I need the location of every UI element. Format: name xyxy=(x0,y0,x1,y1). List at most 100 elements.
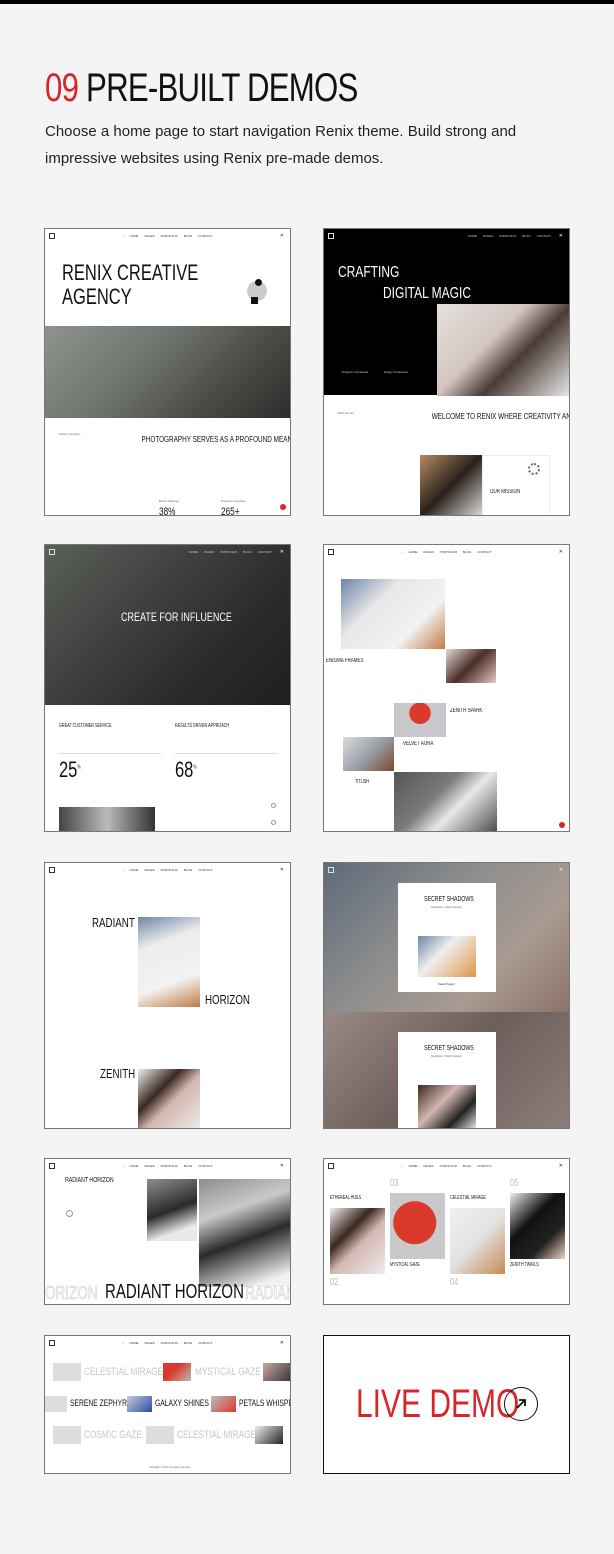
item-title: ETHEREAL HUES xyxy=(330,1195,362,1201)
logo-icon xyxy=(49,1163,55,1169)
view-project-link[interactable]: View Project xyxy=(438,982,455,986)
section-description: Choose a home page to start navigation R… xyxy=(45,123,517,167)
item-title: ZENITH TWIRLS xyxy=(510,1262,539,1268)
thumb xyxy=(127,1396,152,1412)
shapes-graphic xyxy=(239,277,273,311)
portrait-photo xyxy=(199,1179,290,1287)
arrow-icon[interactable] xyxy=(66,1210,73,1217)
stat-label: Projects Completed xyxy=(342,370,369,374)
project-heading: RADIANT HORIZON xyxy=(65,1177,114,1184)
hero-word: RADIANT xyxy=(92,915,135,930)
item-photo xyxy=(390,1193,445,1259)
chat-icon[interactable] xyxy=(559,822,565,828)
big-title: RADIANT HORIZON xyxy=(105,1281,244,1303)
item-title: MYSTICAL GAZE xyxy=(390,1262,420,1268)
mission-card: OUR MISSION xyxy=(482,455,550,515)
mission-title: OUR MISSION xyxy=(490,489,521,495)
item-number: 05 xyxy=(510,1178,519,1189)
thumb xyxy=(263,1363,290,1381)
item-photo xyxy=(510,1193,565,1259)
close-icon: ✕ xyxy=(279,549,284,555)
panel-title: SECRET SHADOWS xyxy=(424,896,474,903)
section-title-text: PRE-BUILT DEMOS xyxy=(86,66,358,110)
team-photo xyxy=(59,807,155,831)
panel-photo xyxy=(418,1085,476,1128)
hero-word: ZENITH xyxy=(100,1066,136,1081)
hero-photo xyxy=(138,1069,200,1128)
project-photo xyxy=(394,703,446,737)
top-bar xyxy=(0,0,614,4)
marquee-item: COSMIC GAZE xyxy=(84,1429,142,1441)
arrow-icon[interactable] xyxy=(271,803,276,808)
logo-icon xyxy=(49,867,55,873)
logo-icon xyxy=(49,1340,55,1346)
hero-photo xyxy=(45,545,290,705)
demo-card-4[interactable]: • HOME PAGES PORTFOLIO BLOG CONTACT ✕ ENIGMA … xyxy=(323,544,570,832)
demo-nav: • HOME PAGES PORTFOLIO BLOG CONTACT ✕ xyxy=(45,229,290,243)
divider xyxy=(59,753,161,754)
hero-word: HORIZON xyxy=(205,992,250,1007)
feature-title: GREAT CUSTOMER SERVICE xyxy=(59,723,112,729)
item-title: CELESTIAL MIRAGE xyxy=(450,1195,486,1201)
statement: WELCOME TO RENIX WHERE CREATIVITY AND ST… xyxy=(431,411,569,421)
chat-icon[interactable] xyxy=(280,504,286,510)
demo-nav: • HOME PAGES PORTFOLIO BLOG CONTACT ✕ xyxy=(45,1159,290,1173)
item-photo xyxy=(330,1208,385,1274)
marquee-item: CELESTIAL MIRAGE xyxy=(84,1366,164,1378)
item-number: 02 xyxy=(330,1277,339,1288)
stat-label: Happy Customers xyxy=(384,370,409,374)
project-title: ENIGMA FRAMES xyxy=(326,658,364,664)
live-demo-button[interactable]: LIVE DEMO xyxy=(323,1335,570,1474)
close-icon: ✕ xyxy=(558,549,563,555)
close-icon: ✕ xyxy=(558,233,563,239)
demo-card-9[interactable]: • HOME PAGES PORTFOLIO BLOG CONTACT ✕ CELESTI… xyxy=(44,1335,291,1474)
demo-nav: • HOME PAGES PORTFOLIO BLOG CONTACT ✕ xyxy=(45,1336,290,1350)
close-icon: ✕ xyxy=(279,1340,284,1346)
hero-title: RENIX CREATIVE AGENCY xyxy=(62,260,199,309)
demo-card-1[interactable]: • HOME PAGES PORTFOLIO BLOG CONTACT ✕ RENIX C… xyxy=(44,228,291,516)
demo-card-5[interactable]: • HOME PAGES PORTFOLIO BLOG CONTACT ✕ RADIANT… xyxy=(44,862,291,1129)
stat-value: 265+ xyxy=(221,506,240,516)
arrow-up-right-icon[interactable] xyxy=(504,1387,538,1421)
thumb xyxy=(211,1396,236,1412)
marquee-item: MYSTICAL GAZE xyxy=(195,1366,261,1378)
clover-icon xyxy=(528,463,540,475)
project-title: ZENITH SPARK xyxy=(450,708,483,714)
demo-card-7[interactable]: • HOME PAGES PORTFOLIO BLOG CONTACT ✕ RADIANT… xyxy=(44,1158,291,1305)
demo-card-8[interactable]: • HOME PAGES PORTFOLIO BLOG CONTACT ✕ ETHEREA… xyxy=(323,1158,570,1305)
close-icon: ✕ xyxy=(558,867,563,873)
portrait-photo xyxy=(420,455,482,515)
demo-card-2[interactable]: HOME PAGES PORTFOLIO BLOG CONTACT ✕ CRAFTING… xyxy=(323,228,570,516)
project-photo xyxy=(394,772,497,831)
logo-icon xyxy=(49,549,55,555)
logo-icon xyxy=(328,867,334,873)
footer-copyright: Copyright © 2024. All rights reserved. xyxy=(149,1466,191,1469)
project-photo xyxy=(446,649,496,683)
logo-icon xyxy=(328,233,334,239)
portrait-photo xyxy=(147,1179,197,1241)
project-photo xyxy=(343,737,394,771)
demo-nav: • HOME PAGES PORTFOLIO BLOG CONTACT ✕ xyxy=(324,1159,569,1173)
stat-label: Projects Complete xyxy=(221,499,246,503)
project-title: TITLISH xyxy=(355,779,369,785)
item-photo xyxy=(450,1208,505,1274)
stat-value: 25% xyxy=(59,757,81,782)
panel-subtitle: Graphics / Web Design xyxy=(431,905,462,909)
demo-card-6[interactable]: ✕ SECRET SHADOWS Graphics / Web Design V… xyxy=(323,862,570,1129)
project-panel: SECRET SHADOWS Graphics / Web Design Vie… xyxy=(398,883,496,992)
arrow-icon[interactable] xyxy=(271,820,276,825)
thumb xyxy=(45,1396,67,1412)
divider xyxy=(175,753,277,754)
thumb xyxy=(53,1363,81,1381)
stat-value: 38% xyxy=(159,506,176,516)
section-title: 09 PRE-BUILT DEMOS xyxy=(45,64,466,112)
feature-title: RESULTS DRIVEN APPROACH xyxy=(175,723,230,729)
demo-nav: • HOME PAGES PORTFOLIO BLOG CONTACT ✕ xyxy=(324,545,569,559)
close-icon: ✕ xyxy=(279,867,284,873)
logo-icon xyxy=(328,1163,334,1169)
section-header: 09 PRE-BUILT DEMOS Choose a home page to… xyxy=(45,64,585,172)
demo-card-3[interactable]: HOME PAGES PORTFOLIO BLOG CONTACT ✕ CREATE F… xyxy=(44,544,291,832)
ghost-text: RADIAN xyxy=(245,1283,291,1304)
statement: PHOTOGRAPHY SERVES AS A PROFOUND MEANS T… xyxy=(141,434,291,444)
hero-line1: CRAFTING xyxy=(338,264,400,281)
